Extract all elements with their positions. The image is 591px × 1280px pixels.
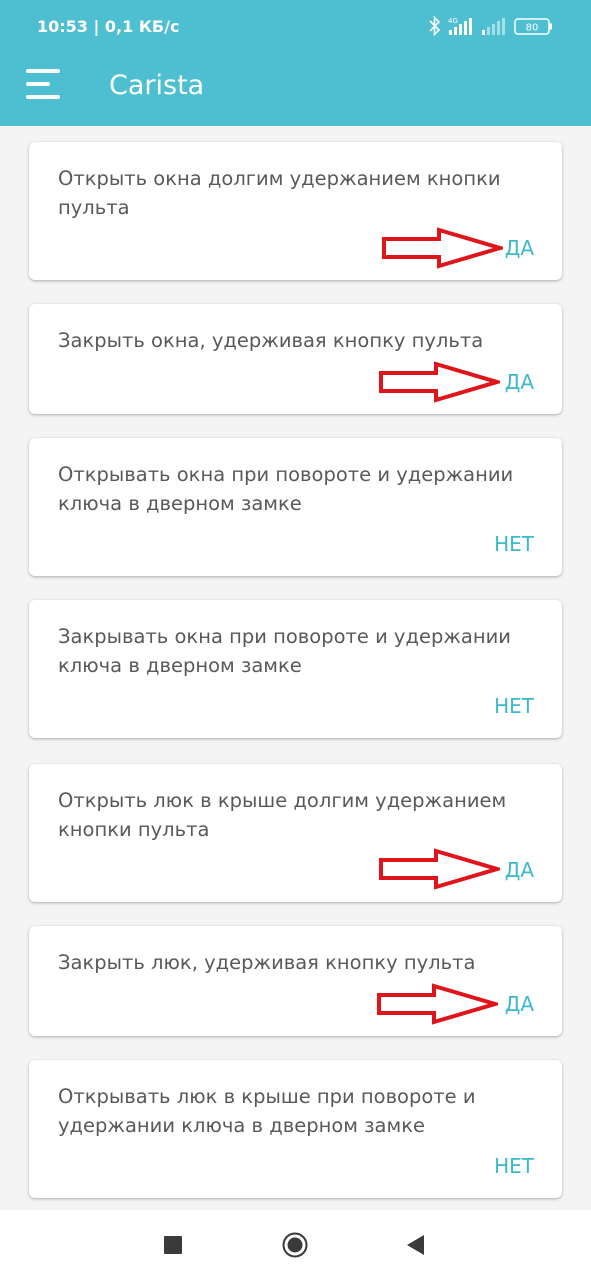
- setting-value[interactable]: НЕТ: [494, 532, 534, 556]
- recents-square-icon[interactable]: [164, 1236, 182, 1258]
- setting-card[interactable]: Открыть окна долгим удержанием кнопки пу…: [29, 142, 562, 280]
- back-triangle-icon[interactable]: [407, 1235, 425, 1259]
- system-nav-bar: [0, 1210, 591, 1280]
- signal-icon: [482, 18, 505, 35]
- app-header: 10:53 | 0,1 КБ/с 4G 80 Carista: [0, 0, 591, 126]
- hamburger-menu-icon[interactable]: [24, 68, 62, 100]
- svg-text:4G: 4G: [448, 17, 458, 25]
- status-time: 10:53 | 0,1 КБ/с: [37, 17, 180, 36]
- svg-text:80: 80: [526, 23, 539, 34]
- setting-label: Закрывать окна при повороте и удержании …: [58, 625, 511, 677]
- setting-value[interactable]: НЕТ: [494, 694, 534, 718]
- setting-value[interactable]: ДА: [505, 858, 534, 882]
- setting-value[interactable]: ДА: [505, 992, 534, 1016]
- bluetooth-icon: [429, 15, 441, 37]
- battery-icon: 80: [514, 18, 552, 35]
- status-bar: 10:53 | 0,1 КБ/с 4G 80: [0, 0, 591, 54]
- setting-label: Открыть окна долгим удержанием кнопки пу…: [58, 167, 501, 219]
- setting-value[interactable]: ДА: [505, 370, 534, 394]
- setting-label: Открывать окна при повороте и удержании …: [58, 463, 514, 515]
- setting-label: Закрыть окна, удерживая кнопку пульта: [58, 329, 484, 352]
- app-bar: Carista: [0, 54, 591, 126]
- setting-value[interactable]: НЕТ: [494, 1154, 534, 1178]
- setting-card[interactable]: Открывать окна при повороте и удержании …: [29, 438, 562, 576]
- setting-card[interactable]: Закрыть окна, удерживая кнопку пульта ДА: [29, 304, 562, 414]
- setting-card[interactable]: Открыть люк в крыше долгим удержанием кн…: [29, 764, 562, 902]
- home-circle-icon[interactable]: [282, 1232, 308, 1262]
- setting-card[interactable]: Открывать люк в крыше при повороте и уде…: [29, 1060, 562, 1198]
- setting-label: Открыть люк в крыше долгим удержанием кн…: [58, 789, 507, 841]
- annotation-arrow-icon: [379, 848, 500, 890]
- app-title: Carista: [109, 70, 205, 101]
- setting-label: Закрыть люк, удерживая кнопку пульта: [58, 951, 476, 974]
- setting-card[interactable]: Закрывать окна при повороте и удержании …: [29, 600, 562, 738]
- signal-4g-icon: 4G: [448, 17, 472, 35]
- status-icons: 4G 80: [427, 15, 557, 37]
- annotation-arrow-icon: [377, 983, 498, 1025]
- annotation-arrow-icon: [379, 361, 500, 403]
- setting-value[interactable]: ДА: [505, 236, 534, 260]
- setting-card[interactable]: Закрыть люк, удерживая кнопку пульта ДА: [29, 926, 562, 1036]
- annotation-arrow-icon: [382, 227, 503, 269]
- setting-label: Открывать люк в крыше при повороте и уде…: [58, 1085, 476, 1137]
